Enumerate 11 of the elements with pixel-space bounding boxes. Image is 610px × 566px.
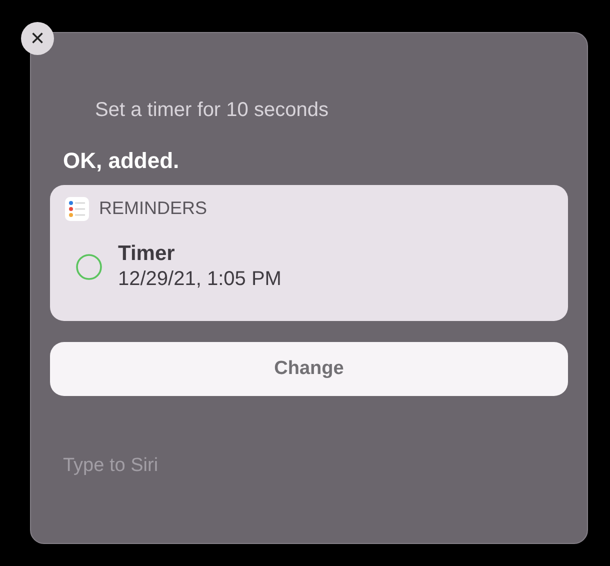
close-button[interactable]: × [21,22,54,55]
reminder-date: 12/29/21, 1:05 PM [118,267,282,292]
reminder-checkbox[interactable] [76,254,102,280]
reminder-title: Timer [118,242,176,266]
reminder-card[interactable]: REMINDERS Timer 12/29/21, 1:05 PM [50,185,568,321]
siri-input-field[interactable]: Type to Siri [63,450,543,482]
query-text: Set a timer for 10 seconds [95,98,330,123]
app-name: REMINDERS [99,197,208,220]
reminders-app-icon [65,196,89,220]
change-button[interactable]: Change [50,342,568,396]
response-text: OK, added. [63,147,180,175]
